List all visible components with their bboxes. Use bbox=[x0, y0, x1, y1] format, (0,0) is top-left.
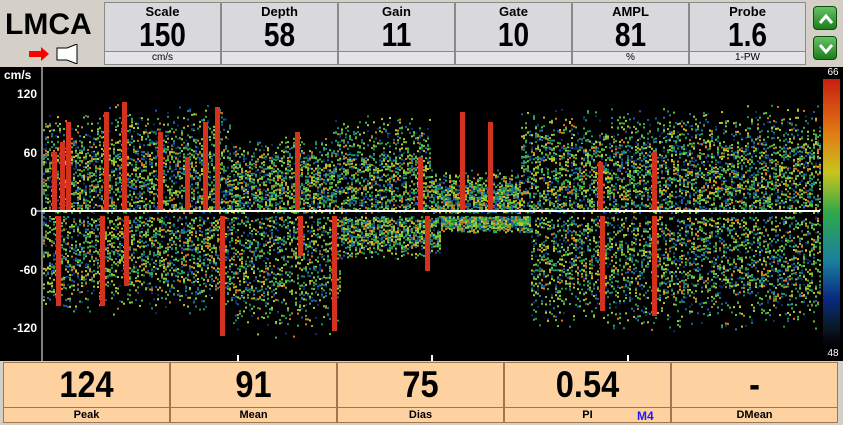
y-axis-unit: cm/s bbox=[4, 68, 32, 82]
measure-value: 124 bbox=[59, 364, 114, 405]
chevron-down-icon bbox=[819, 44, 833, 55]
measure-peak[interactable]: 124 Peak bbox=[3, 362, 170, 423]
param-probe[interactable]: Probe 1.6 1-PW bbox=[689, 2, 806, 65]
y-tick-label: 60 bbox=[23, 146, 37, 160]
doppler-spectrum[interactable]: cm/s 120 60 0 -60 -120 66 48 bbox=[0, 67, 843, 361]
measure-value: - bbox=[749, 364, 760, 405]
param-value: 58 bbox=[263, 16, 296, 53]
measure-label: Peak bbox=[4, 407, 169, 422]
chevron-up-icon bbox=[819, 13, 833, 24]
param-unit bbox=[339, 51, 454, 64]
param-gain[interactable]: Gain 11 bbox=[338, 2, 455, 65]
param-unit: cm/s bbox=[105, 51, 220, 64]
colorbar-min-label: 48 bbox=[827, 348, 839, 359]
param-value: 81 bbox=[614, 16, 647, 53]
param-ampl[interactable]: AMPL 81 % bbox=[572, 2, 689, 65]
colorbar-max-label: 66 bbox=[827, 67, 839, 78]
mode-tag: M4 bbox=[637, 409, 654, 423]
param-value: 11 bbox=[381, 16, 412, 53]
measure-label: Dias bbox=[338, 407, 503, 422]
scroll-down-button[interactable] bbox=[813, 36, 837, 60]
param-scale[interactable]: Scale 150 cm/s bbox=[104, 2, 221, 65]
measure-value: 0.54 bbox=[555, 364, 620, 405]
param-unit bbox=[222, 51, 337, 64]
param-value: 1.6 bbox=[728, 16, 767, 53]
measure-dmean[interactable]: - DMean bbox=[671, 362, 838, 423]
y-tick-label: 0 bbox=[30, 205, 37, 219]
colorbar bbox=[823, 79, 840, 347]
measure-value: 91 bbox=[235, 364, 272, 405]
measurement-bar: 124 Peak 91 Mean 75 Dias 0.54 PI - DMean bbox=[0, 361, 843, 425]
spectrogram-canvas bbox=[36, 67, 840, 361]
param-value: 10 bbox=[497, 16, 530, 53]
y-tick-label: -60 bbox=[19, 263, 37, 277]
scroll-up-button[interactable] bbox=[813, 6, 837, 30]
measure-label: DMean bbox=[672, 407, 837, 422]
param-unit: 1-PW bbox=[690, 51, 805, 64]
measure-mean[interactable]: 91 Mean bbox=[170, 362, 337, 423]
y-tick-label: 120 bbox=[16, 87, 37, 101]
param-gate[interactable]: Gate 10 bbox=[455, 2, 572, 65]
param-value: 150 bbox=[139, 16, 186, 53]
measure-dias[interactable]: 75 Dias bbox=[337, 362, 504, 423]
param-unit bbox=[456, 51, 571, 64]
param-depth[interactable]: Depth 58 bbox=[221, 2, 338, 65]
vessel-label-area: LMCA bbox=[3, 4, 103, 64]
measure-label: Mean bbox=[171, 407, 336, 422]
measure-value: 75 bbox=[402, 364, 439, 405]
param-unit: % bbox=[573, 51, 688, 64]
y-tick-label: -120 bbox=[12, 321, 37, 335]
vessel-name: LMCA bbox=[5, 8, 92, 41]
probe-direction-arrow-icon bbox=[29, 44, 78, 64]
